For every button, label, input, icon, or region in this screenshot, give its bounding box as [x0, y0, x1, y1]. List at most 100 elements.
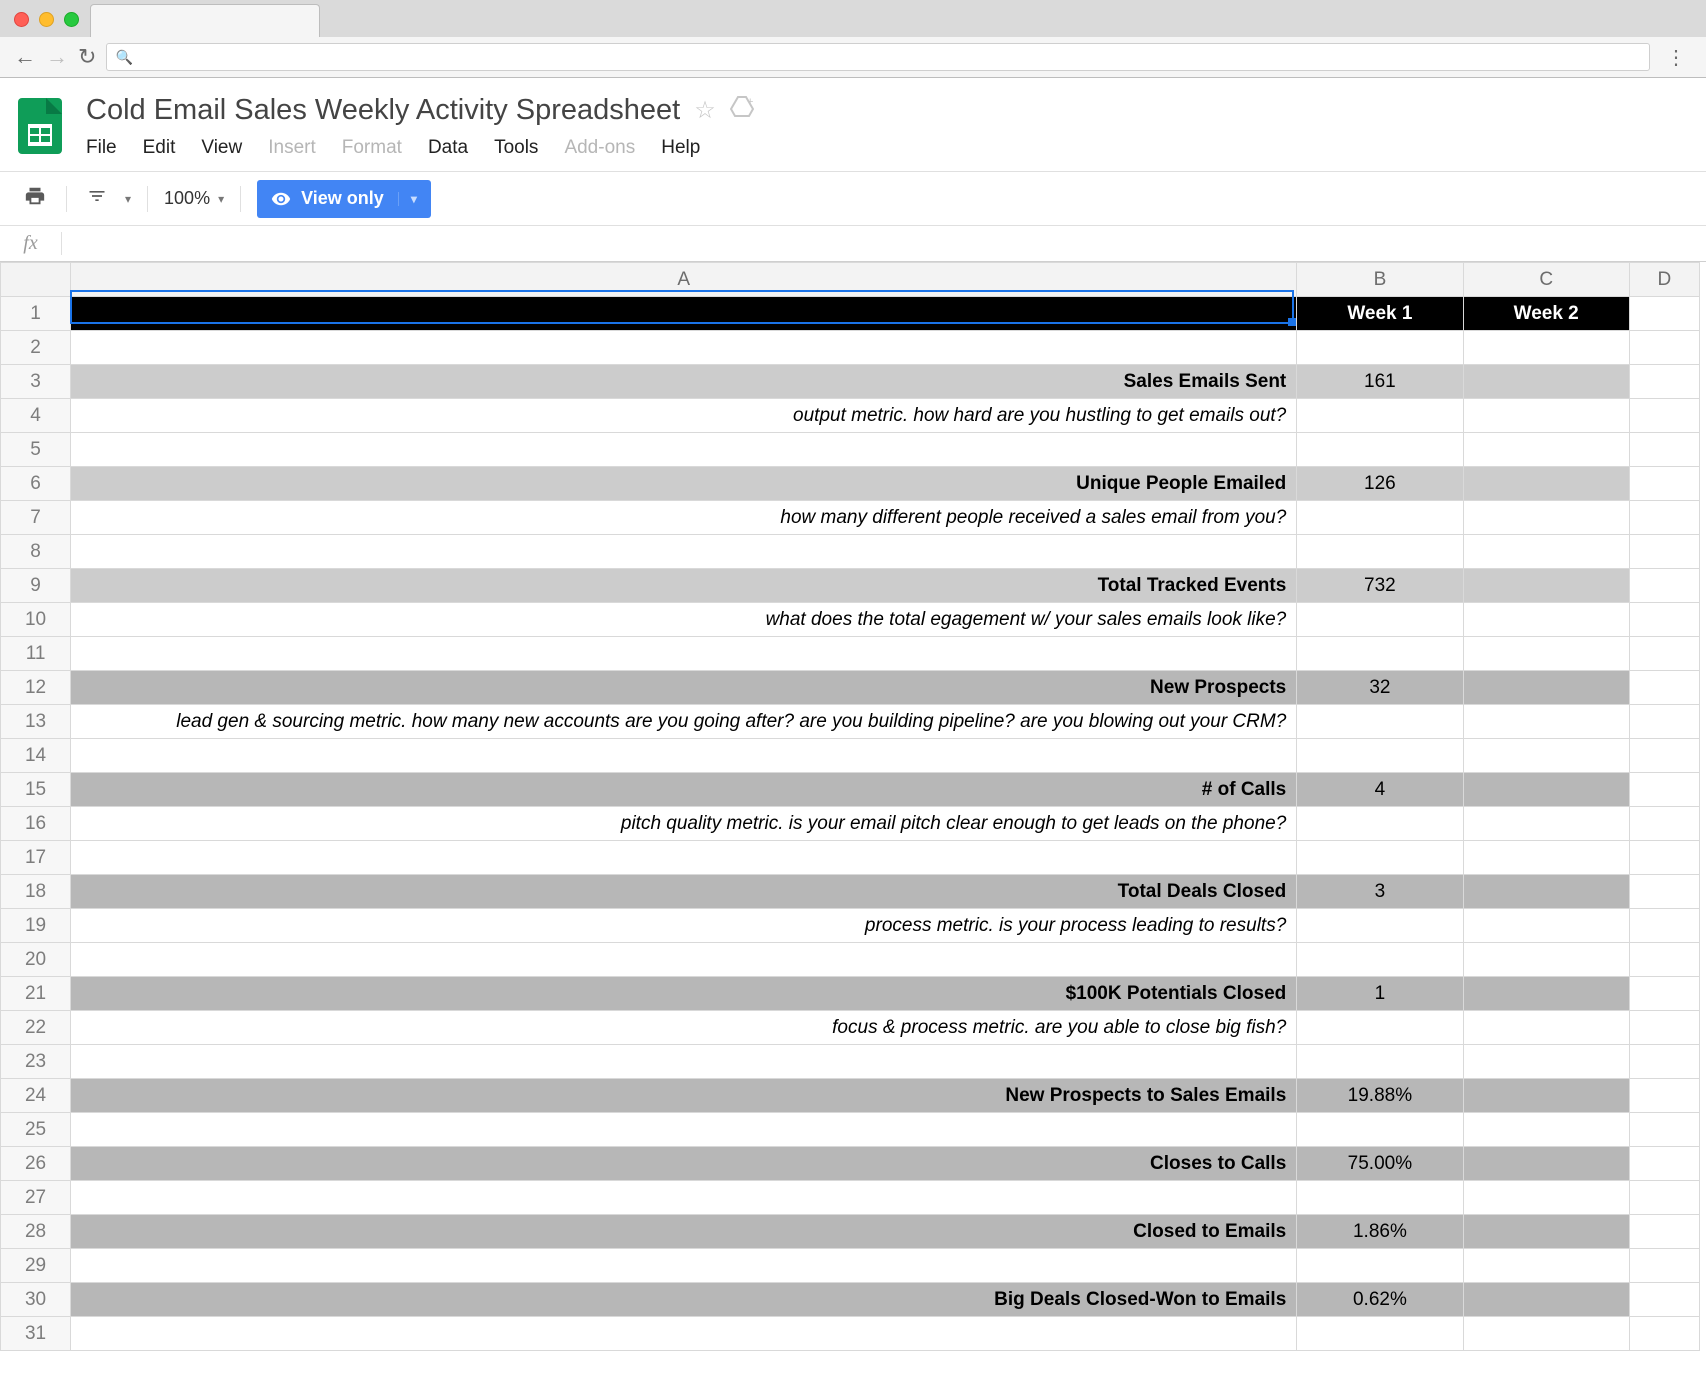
cell[interactable]	[1629, 297, 1699, 331]
menu-help[interactable]: Help	[661, 137, 700, 159]
cell[interactable]	[1629, 1317, 1699, 1351]
cell-a18[interactable]: Total Deals Closed	[71, 875, 1297, 909]
cell-a24[interactable]: New Prospects to Sales Emails	[71, 1079, 1297, 1113]
cell[interactable]	[71, 943, 1297, 977]
cell[interactable]	[1463, 603, 1629, 637]
cell-a21[interactable]: $100K Potentials Closed	[71, 977, 1297, 1011]
cell[interactable]	[1629, 773, 1699, 807]
cell-a1[interactable]	[71, 297, 1297, 331]
menu-view[interactable]: View	[201, 137, 242, 159]
star-icon[interactable]: ☆	[694, 96, 716, 125]
cell-c1[interactable]: Week 2	[1463, 297, 1629, 331]
cell[interactable]	[1629, 433, 1699, 467]
row-header[interactable]: 22	[1, 1011, 71, 1045]
row-header[interactable]: 3	[1, 365, 71, 399]
cell[interactable]	[1629, 603, 1699, 637]
cell[interactable]	[1463, 1079, 1629, 1113]
row-header[interactable]: 10	[1, 603, 71, 637]
cell[interactable]	[1463, 1113, 1629, 1147]
cell-b9[interactable]: 732	[1297, 569, 1463, 603]
cell[interactable]	[1463, 977, 1629, 1011]
cell-a6[interactable]: Unique People Emailed	[71, 467, 1297, 501]
cell[interactable]	[1297, 841, 1463, 875]
cell[interactable]	[1463, 1147, 1629, 1181]
cell[interactable]	[71, 433, 1297, 467]
cell-b30[interactable]: 0.62%	[1297, 1283, 1463, 1317]
filter-icon[interactable]	[83, 182, 111, 216]
cell[interactable]	[71, 1249, 1297, 1283]
cell[interactable]	[1463, 331, 1629, 365]
row-header[interactable]: 27	[1, 1181, 71, 1215]
cell[interactable]	[1297, 399, 1463, 433]
cell[interactable]	[1629, 535, 1699, 569]
row-header[interactable]: 17	[1, 841, 71, 875]
cell[interactable]	[1463, 671, 1629, 705]
row-header[interactable]: 24	[1, 1079, 71, 1113]
row-header[interactable]: 29	[1, 1249, 71, 1283]
cell-a10[interactable]: what does the total egagement w/ your sa…	[71, 603, 1297, 637]
cell[interactable]	[71, 739, 1297, 773]
filter-dropdown-icon[interactable]: ▾	[125, 192, 131, 206]
cell[interactable]	[1297, 1113, 1463, 1147]
cell[interactable]	[71, 535, 1297, 569]
col-header-d[interactable]: D	[1629, 263, 1699, 297]
menu-tools[interactable]: Tools	[494, 137, 538, 159]
row-header[interactable]: 14	[1, 739, 71, 773]
cell-a26[interactable]: Closes to Calls	[71, 1147, 1297, 1181]
cell[interactable]	[1463, 739, 1629, 773]
cell-a13[interactable]: lead gen & sourcing metric. how many new…	[71, 705, 1297, 739]
row-header[interactable]: 31	[1, 1317, 71, 1351]
cell-b6[interactable]: 126	[1297, 467, 1463, 501]
cell[interactable]	[1629, 909, 1699, 943]
cell[interactable]	[1297, 1011, 1463, 1045]
cell[interactable]	[1629, 501, 1699, 535]
close-window-icon[interactable]	[14, 12, 29, 27]
cell[interactable]	[1629, 1215, 1699, 1249]
cell-a12[interactable]: New Prospects	[71, 671, 1297, 705]
cell[interactable]	[1463, 637, 1629, 671]
menu-data[interactable]: Data	[428, 137, 468, 159]
cell[interactable]	[1463, 1011, 1629, 1045]
view-only-button[interactable]: View only ▾	[257, 180, 431, 218]
cell[interactable]	[1463, 1283, 1629, 1317]
minimize-window-icon[interactable]	[39, 12, 54, 27]
row-header[interactable]: 12	[1, 671, 71, 705]
cell[interactable]	[71, 1113, 1297, 1147]
row-header[interactable]: 23	[1, 1045, 71, 1079]
browser-tab[interactable]	[90, 4, 320, 38]
cell[interactable]	[1297, 943, 1463, 977]
cell[interactable]	[1463, 943, 1629, 977]
cell[interactable]	[1629, 875, 1699, 909]
row-header[interactable]: 11	[1, 637, 71, 671]
cell[interactable]	[1629, 365, 1699, 399]
row-header[interactable]: 4	[1, 399, 71, 433]
cell[interactable]	[1629, 331, 1699, 365]
maximize-window-icon[interactable]	[64, 12, 79, 27]
cell-a28[interactable]: Closed to Emails	[71, 1215, 1297, 1249]
back-icon[interactable]: ←	[14, 44, 36, 70]
cell[interactable]	[71, 637, 1297, 671]
cell-a9[interactable]: Total Tracked Events	[71, 569, 1297, 603]
row-header[interactable]: 6	[1, 467, 71, 501]
cell[interactable]	[1629, 1147, 1699, 1181]
cell[interactable]	[1629, 1283, 1699, 1317]
cell[interactable]	[1629, 943, 1699, 977]
cell[interactable]	[1297, 807, 1463, 841]
cell-a22[interactable]: focus & process metric. are you able to …	[71, 1011, 1297, 1045]
row-header[interactable]: 9	[1, 569, 71, 603]
cell[interactable]	[1463, 1249, 1629, 1283]
cell[interactable]	[1463, 399, 1629, 433]
cell[interactable]	[1629, 1249, 1699, 1283]
cell-a30[interactable]: Big Deals Closed-Won to Emails	[71, 1283, 1297, 1317]
cell[interactable]	[1629, 1079, 1699, 1113]
cell[interactable]	[1297, 909, 1463, 943]
cell[interactable]	[1297, 637, 1463, 671]
cell[interactable]	[1629, 1011, 1699, 1045]
cell[interactable]	[1629, 841, 1699, 875]
cell-a16[interactable]: pitch quality metric. is your email pitc…	[71, 807, 1297, 841]
row-header[interactable]: 30	[1, 1283, 71, 1317]
cell[interactable]	[1463, 501, 1629, 535]
cell[interactable]	[1297, 705, 1463, 739]
cell[interactable]	[1297, 1317, 1463, 1351]
cell-a19[interactable]: process metric. is your process leading …	[71, 909, 1297, 943]
